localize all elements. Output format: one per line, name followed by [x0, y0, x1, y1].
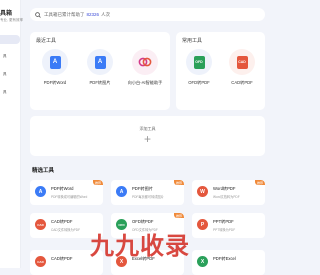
card-name: PDF转Excel [213, 256, 236, 261]
card-name: PPT转PDF [213, 219, 234, 224]
card-name: CAD转PDF [51, 256, 73, 261]
tool-label: 向小白-AI智能助手 [127, 80, 163, 85]
search-placeholder: 工具箱已累计帮助了 [44, 11, 85, 17]
ppt-pdf-icon: P [197, 219, 208, 230]
common-tool-ofd-pdf[interactable]: OFD OFD转PDF [179, 49, 219, 86]
pdf-image-icon: A [116, 186, 127, 197]
cad-pdf-icon: CAD [35, 219, 46, 230]
card-desc: PPT转换为PDF [213, 228, 236, 232]
ai-assistant-icon [138, 57, 152, 67]
featured-card-pdf-image[interactable]: A PDF转图片 PDF每页都可转成图片 推荐 [111, 180, 184, 205]
pdf-word-icon: A [35, 186, 46, 197]
pdf-excel-icon: X [197, 256, 208, 267]
common-tools-title: 常用工具 [182, 38, 203, 44]
pdf-word-icon: A [49, 55, 61, 69]
card-badge: 推荐 [173, 213, 184, 218]
search-placeholder-suffix: 人次 [101, 11, 111, 17]
tool-label: OFD转PDF [188, 80, 210, 85]
sidebar-item-3[interactable]: 具 [0, 88, 20, 97]
search-icon [35, 11, 41, 18]
card-badge: 推荐 [254, 180, 265, 185]
tool-label: CAD转PDF [231, 80, 253, 85]
common-tools-panel: 常用工具 OFD OFD转PDF CAD CAD转PDF [176, 32, 265, 110]
card-name: PDF转图片 [132, 186, 153, 191]
plus-icon: + [143, 132, 151, 146]
card-name: PDF转Word [51, 186, 74, 191]
featured-card-pdf-excel[interactable]: X PDF转Excel [192, 250, 265, 275]
sidebar-item-label: 具 [3, 72, 7, 76]
sidebar-item-label: 具 [3, 54, 7, 58]
featured-tools-title: 精选工具 [32, 168, 55, 174]
pdf-image-icon: A [94, 55, 106, 69]
recent-tools-title: 最近工具 [36, 38, 57, 44]
card-name: OFD转PDF [132, 219, 154, 224]
ofd-pdf-icon: OFD [193, 55, 205, 69]
common-tool-cad-pdf[interactable]: CAD CAD转PDF [222, 49, 262, 86]
tool-label: PDF转Word [43, 80, 67, 85]
word-pdf-icon: W [197, 186, 208, 197]
cad-pdf-icon: CAD [236, 55, 248, 69]
tool-icon-bg: A [87, 49, 113, 75]
card-badge: 推荐 [173, 180, 184, 185]
recent-tool-pdf-image[interactable]: A PDF转图片 [80, 49, 120, 86]
recent-tool-ai-assistant[interactable]: 向小白-AI智能助手 [125, 49, 165, 86]
sidebar-item-home[interactable] [0, 35, 20, 44]
sidebar-item-2[interactable]: 具 [0, 70, 20, 79]
card-desc: PDF转换成可编辑的Word [51, 195, 88, 199]
card-desc: PDF每页都可转成图片 [132, 195, 164, 199]
recent-tools-panel: 最近工具 A PDF转Word A PDF转图片 向小白-AI智能助手 [30, 32, 170, 110]
recent-tool-pdf-word[interactable]: A PDF转Word [35, 49, 75, 86]
cad-pdf-icon: CAD [35, 256, 46, 267]
search-count: 82326 [86, 12, 100, 17]
tool-icon-bg: A [42, 49, 68, 75]
sidebar-item-1[interactable]: 具 [0, 52, 20, 61]
search-input[interactable]: 工具箱已累计帮助了 82326 人次 [30, 8, 265, 21]
tool-icon-bg: OFD [186, 49, 212, 75]
sidebar: 具箱 专业, 更有效率 具 具 具 [0, 0, 23, 268]
add-tool-button[interactable]: 添加工具 + [30, 116, 265, 156]
card-name: Word转PDF [213, 186, 236, 191]
featured-card-ppt-pdf[interactable]: P PPT转PDF PPT转换为PDF [192, 213, 265, 238]
card-badge: 推荐 [92, 180, 103, 185]
logo-subtitle: 专业, 更有效率 [0, 18, 23, 22]
card-desc: Word文档转为PDF [213, 195, 240, 199]
featured-card-pdf-word[interactable]: A PDF转Word PDF转换成可编辑的Word 推荐 [30, 180, 103, 205]
watermark: 九九收录 [90, 232, 190, 260]
logo-text: 具箱 [0, 11, 13, 17]
tool-icon-bg [132, 49, 158, 75]
tool-label: PDF转图片 [89, 80, 111, 85]
tool-icon-bg: CAD [229, 49, 255, 75]
card-name: CAD转PDF [51, 219, 73, 224]
featured-card-word-pdf[interactable]: W Word转PDF Word文档转为PDF 推荐 [192, 180, 265, 205]
sidebar-item-label: 具 [3, 90, 7, 94]
